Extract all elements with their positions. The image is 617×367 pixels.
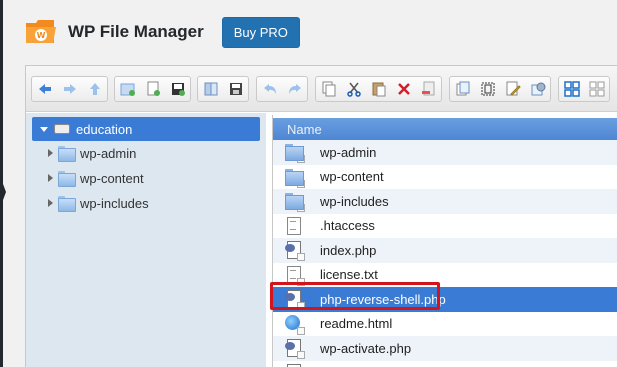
php-file-icon	[285, 339, 305, 360]
folder-icon	[285, 192, 305, 213]
file-manager: education wp-admin wp-content wp-include…	[25, 65, 617, 367]
file-name: license.txt	[320, 267, 378, 283]
file-row[interactable]: .htaccess	[273, 214, 617, 239]
forward-icon[interactable]	[57, 77, 82, 101]
page-header: W WP File Manager Buy PRO	[24, 16, 300, 48]
tree-item-wp-content[interactable]: wp-content	[26, 167, 144, 189]
folder-icon	[285, 168, 305, 188]
file-name: readme.html	[320, 316, 393, 332]
folder-icon	[58, 146, 76, 162]
tree-item-label: wp-admin	[80, 145, 137, 161]
undo-icon[interactable]	[257, 77, 282, 101]
duplicate-icon[interactable]	[450, 77, 475, 101]
paste-icon[interactable]	[366, 77, 391, 101]
file-row[interactable]: wp-activate.php	[273, 336, 617, 361]
edit-icon[interactable]	[500, 77, 525, 101]
expand-right-icon[interactable]	[48, 199, 53, 207]
drive-icon	[54, 124, 70, 134]
folder-icon	[58, 196, 76, 212]
text-file-icon	[285, 265, 305, 286]
file-name: php-reverse-shell.php	[320, 291, 446, 307]
toolbar	[26, 66, 617, 112]
html-file-icon	[285, 314, 305, 335]
file-name: wp-admin	[320, 144, 377, 160]
file-row[interactable]: index.php	[273, 238, 617, 263]
file-name: wp-activate.php	[320, 340, 412, 356]
expand-right-icon[interactable]	[48, 149, 53, 157]
up-icon[interactable]	[82, 77, 107, 101]
file-name: wp-includes	[320, 193, 389, 209]
redo-icon[interactable]	[282, 77, 307, 101]
tree-item-label: wp-includes	[80, 195, 149, 211]
open-icon[interactable]	[198, 77, 223, 101]
expand-right-icon[interactable]	[48, 174, 53, 182]
column-header-name[interactable]: Name	[273, 118, 617, 140]
page-title: WP File Manager	[68, 22, 204, 41]
text-file-icon	[285, 216, 303, 235]
file-name: .htaccess	[320, 218, 375, 234]
empty-icon[interactable]	[416, 77, 441, 101]
expand-down-icon[interactable]	[40, 126, 48, 132]
file-row[interactable]: wp-includes	[273, 189, 617, 214]
back-icon[interactable]	[32, 77, 57, 101]
copy-icon[interactable]	[316, 77, 341, 101]
folder-icon	[58, 171, 76, 187]
file-name: index.php	[320, 242, 377, 258]
cut-icon[interactable]	[341, 77, 366, 101]
wp-file-manager-logo-icon: W	[24, 17, 58, 47]
mkdir-icon[interactable]	[115, 77, 140, 101]
resize-icon[interactable]	[525, 77, 550, 101]
php-file-icon	[285, 241, 305, 262]
save-icon[interactable]	[223, 77, 248, 101]
file-list: Name wp-admin wp-content wp-includes .ht…	[272, 115, 617, 367]
tree-root-label: education	[76, 121, 133, 137]
file-name: wp-content	[320, 169, 384, 185]
collapse-handle[interactable]	[0, 176, 6, 208]
view-icons-icon[interactable]	[559, 77, 584, 101]
toolbar-group-create	[114, 76, 191, 102]
buy-pro-button[interactable]: Buy PRO	[221, 16, 300, 48]
tree-item-wp-admin[interactable]: wp-admin	[26, 142, 136, 164]
toolbar-group-history	[256, 76, 308, 102]
toolbar-group-tools	[449, 76, 551, 102]
toolbar-group-nav	[31, 76, 108, 102]
toolbar-group-file	[197, 76, 249, 102]
tree-item-label: wp-content	[80, 170, 144, 186]
php-file-icon	[285, 290, 305, 311]
tree-root-education[interactable]: education	[32, 117, 260, 141]
delete-icon[interactable]	[391, 77, 416, 101]
toolbar-group-edit	[315, 76, 442, 102]
file-row[interactable]: readme.html	[273, 312, 617, 337]
mkfile-icon[interactable]	[140, 77, 165, 101]
svg-text:W: W	[37, 31, 46, 40]
view-list-icon[interactable]	[584, 77, 609, 101]
file-row[interactable]	[273, 361, 617, 367]
upload-icon[interactable]	[165, 77, 190, 101]
file-row-selected[interactable]: php-reverse-shell.php	[273, 287, 617, 312]
file-row[interactable]: wp-content	[273, 165, 617, 190]
file-row[interactable]: license.txt	[273, 263, 617, 288]
folder-tree: education wp-admin wp-content wp-include…	[26, 113, 266, 367]
file-row[interactable]: wp-admin	[273, 140, 617, 165]
tree-item-wp-includes[interactable]: wp-includes	[26, 192, 149, 214]
folder-icon	[285, 143, 305, 164]
select-icon[interactable]	[475, 77, 500, 101]
toolbar-group-view	[558, 76, 610, 102]
